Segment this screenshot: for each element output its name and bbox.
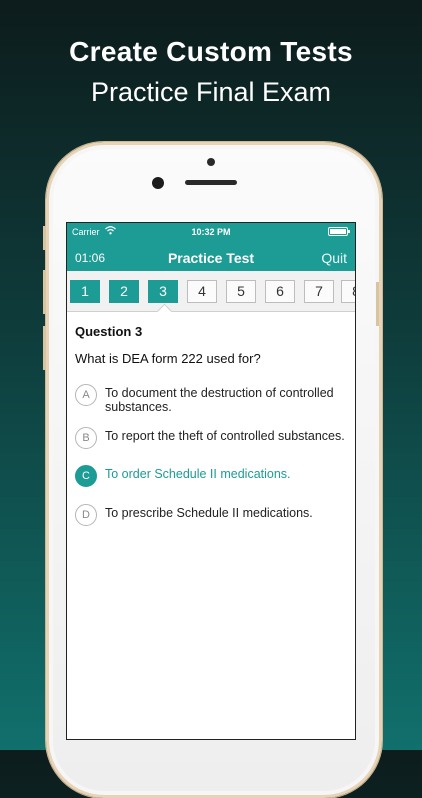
answer-option-d[interactable]: D To prescribe Schedule II medications. — [75, 504, 347, 528]
answer-option-a[interactable]: A To document the destruction of control… — [75, 384, 347, 414]
option-text: To report the theft of controlled substa… — [105, 429, 345, 443]
question-nav-item-current[interactable]: 3 — [148, 280, 178, 303]
app-header: Carrier 10:32 PM 01:06 Practice Test Qui… — [67, 223, 355, 271]
answer-option-c[interactable]: C To order Schedule II medications. — [75, 465, 347, 489]
question-number: Question 3 — [75, 324, 143, 339]
answer-option-b[interactable]: B To report the theft of controlled subs… — [75, 427, 347, 451]
phone-screen: Carrier 10:32 PM 01:06 Practice Test Qui… — [66, 222, 356, 740]
earpiece-speaker — [185, 180, 237, 185]
promo-subheadline: Practice Final Exam — [90, 77, 332, 107]
option-text: To document the destruction of controlle… — [105, 386, 334, 414]
question-nav-item[interactable]: 1 — [70, 280, 100, 303]
phone-volume-up — [43, 270, 46, 314]
promo-headline: Create Custom Tests — [69, 36, 353, 67]
question-text: What is DEA form 222 used for? — [75, 351, 261, 366]
question-nav-item[interactable]: 4 — [187, 280, 217, 303]
question-nav-item[interactable]: 8 — [341, 280, 355, 303]
option-letter-badge: C — [75, 465, 97, 487]
question-nav-item[interactable]: 7 — [304, 280, 334, 303]
option-letter-badge: A — [75, 384, 97, 406]
question-navigator: 1 2 3 4 5 6 7 8 — [67, 271, 355, 312]
option-text: To prescribe Schedule II medications. — [105, 506, 313, 520]
question-nav-item[interactable]: 5 — [226, 280, 256, 303]
front-camera — [152, 177, 164, 189]
option-letter-badge: D — [75, 504, 97, 526]
phone-power-button — [376, 282, 379, 326]
option-letter-badge: B — [75, 427, 97, 449]
page-title: Practice Test — [167, 250, 255, 266]
status-bar: Carrier 10:32 PM — [67, 223, 355, 241]
question-nav-item[interactable]: 6 — [265, 280, 295, 303]
phone-mute-switch — [43, 226, 46, 250]
quit-button[interactable]: Quit — [321, 250, 347, 266]
phone-sensor — [207, 158, 215, 166]
status-time: 10:32 PM — [191, 227, 231, 237]
option-text: To order Schedule II medications. — [105, 467, 291, 481]
battery-icon — [328, 227, 350, 236]
question-nav-item[interactable]: 2 — [109, 280, 139, 303]
phone-volume-down — [43, 326, 46, 370]
